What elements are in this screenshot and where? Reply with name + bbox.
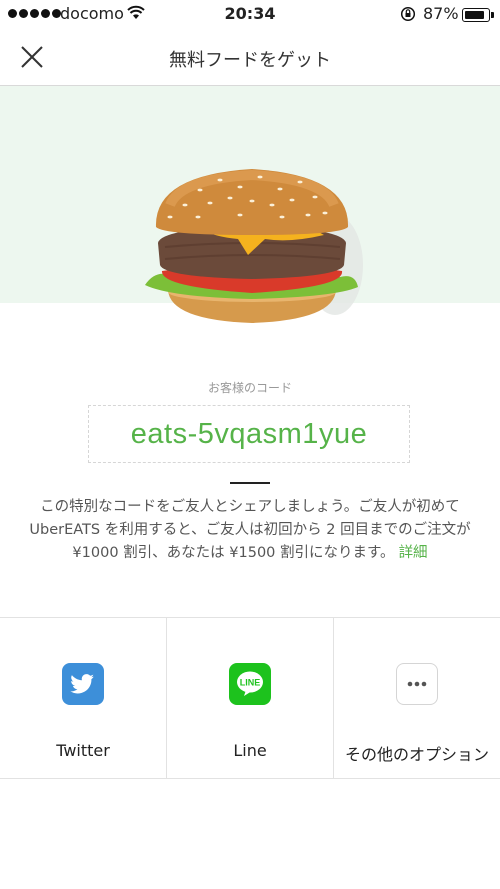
battery-percent: 87%: [423, 4, 459, 23]
twitter-icon: [62, 663, 104, 705]
share-options: Twitter LINE Line その他のオプション: [0, 617, 500, 779]
details-link[interactable]: 詳細: [399, 545, 428, 561]
divider: [230, 482, 270, 484]
share-twitter-label: Twitter: [56, 741, 110, 760]
battery-level: [465, 11, 485, 19]
promo-code-box[interactable]: eats-5vqasm1yue: [88, 405, 410, 463]
more-icon: [396, 663, 438, 705]
rotation-lock-icon: [400, 6, 416, 22]
share-line-button[interactable]: LINE Line: [167, 618, 334, 778]
battery-icon: [462, 8, 494, 22]
share-line-label: Line: [233, 741, 267, 760]
nav-bar: 無料フードをゲット: [0, 30, 500, 86]
promo-code[interactable]: eats-5vqasm1yue: [131, 418, 367, 451]
svg-text:LINE: LINE: [240, 678, 261, 688]
share-twitter-button[interactable]: Twitter: [0, 618, 167, 778]
share-more-options-button[interactable]: その他のオプション: [334, 618, 500, 778]
share-more-options-label: その他のオプション: [344, 745, 489, 764]
page-title: 無料フードをゲット: [169, 50, 331, 71]
code-label: お客様のコード: [207, 381, 292, 395]
status-bar: docomo 20:34 87%: [0, 0, 500, 30]
line-icon: LINE: [229, 663, 271, 705]
burger-illustration: [145, 169, 363, 323]
promo-description: この特別なコードをご友人とシェアしましょう。ご友人が初めて UberEATS を…: [28, 496, 472, 565]
